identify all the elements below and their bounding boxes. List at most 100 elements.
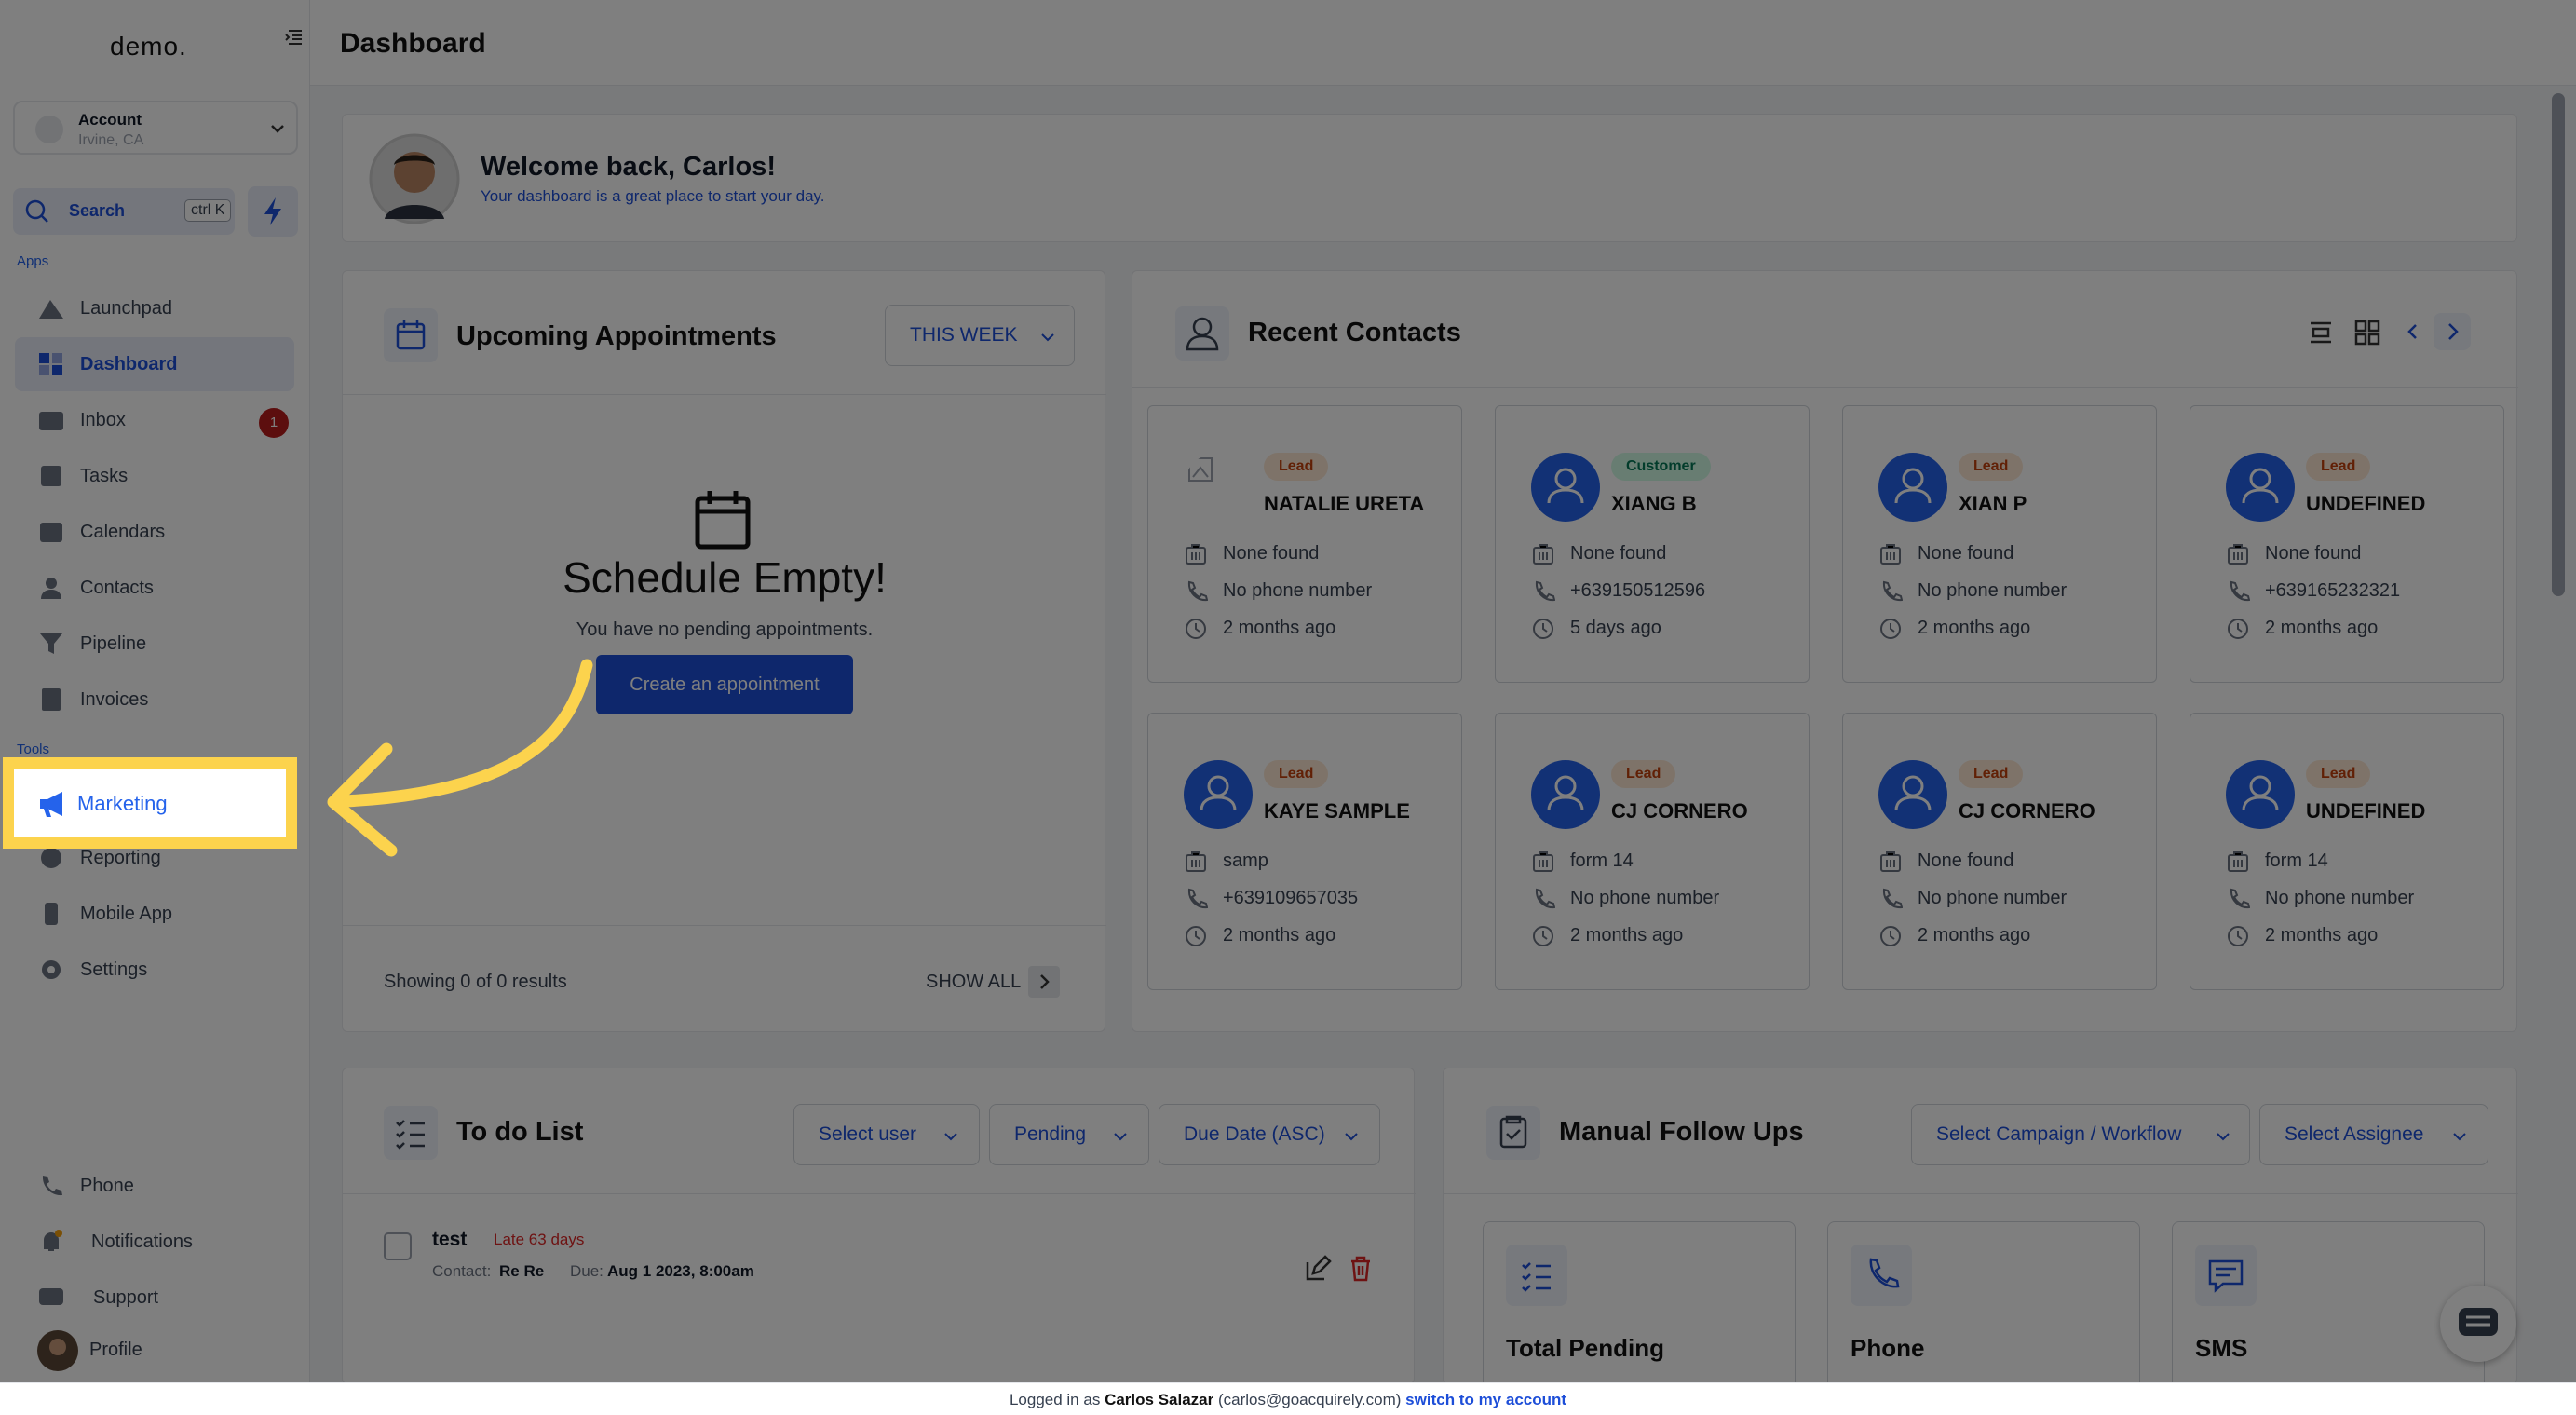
todo-card: To do List Select user Pending Due Date … (342, 1068, 1416, 1384)
chevron-down-icon (2453, 1133, 2466, 1141)
chat-widget-button[interactable] (2440, 1286, 2516, 1362)
contact-avatar-icon (1531, 453, 1600, 522)
quick-actions-button[interactable] (248, 186, 298, 237)
sidebar-item-label: Notifications (91, 1231, 193, 1252)
sidebar-item-notifications[interactable]: Notifications (15, 1215, 294, 1269)
create-appointment-button[interactable]: Create an appointment (596, 655, 853, 714)
contact-phone: No phone number (2265, 888, 2415, 908)
top-bar: Dashboard (310, 0, 2576, 86)
sidebar-item-label: Settings (80, 959, 148, 980)
contact-name: CJ CORNERO (1959, 799, 2095, 823)
total-pending-card[interactable]: Total Pending (1483, 1221, 1796, 1408)
sort-label: Due Date (ASC) (1184, 1123, 1325, 1145)
trash-icon[interactable] (1347, 1255, 1375, 1283)
contact-card[interactable]: Lead KAYE SAMPLE samp +639109657035 2 months… (1147, 713, 1462, 990)
phone-icon (42, 1176, 62, 1196)
contact-avatar-icon (1184, 760, 1253, 829)
contact-card[interactable]: Lead XIAN P None found No phone number 2 mon… (1842, 405, 2157, 683)
sidebar-item-invoices[interactable]: Invoices (15, 673, 294, 727)
sidebar-item-settings[interactable]: Settings (15, 943, 294, 997)
results-count: Showing 0 of 0 results (384, 972, 567, 992)
sidebar-item-tasks[interactable]: Tasks (15, 449, 294, 503)
sort-dropdown[interactable]: Due Date (ASC) (1159, 1104, 1380, 1165)
phone-followups-card[interactable]: Phone (1827, 1221, 2140, 1408)
contact-card[interactable]: Lead UNDEFINED form 14 No phone number 2 mon… (2190, 713, 2504, 990)
account-switcher[interactable]: Account Irvine, CA (13, 101, 298, 155)
show-all-link[interactable]: SHOW ALL (926, 972, 1021, 993)
contact-type-badge: Lead (1264, 760, 1329, 788)
clock-icon (2228, 619, 2248, 639)
contact-card[interactable]: Lead CJ CORNERO form 14 No phone number 2 mo… (1495, 713, 1810, 990)
contact-card[interactable]: Customer XIANG B None found +639150512596 5 … (1495, 405, 1810, 683)
logo: demo. (110, 32, 187, 61)
chevron-right-icon[interactable] (2433, 312, 2472, 351)
checklist-icon (384, 1106, 438, 1160)
task-checkbox[interactable] (384, 1232, 412, 1260)
contact-last-activity: 2 months ago (1918, 925, 2031, 946)
select-user-dropdown[interactable]: Select user (793, 1104, 980, 1165)
user-avatar (369, 133, 460, 224)
total-pending-label: Total Pending (1506, 1334, 1664, 1362)
list-view-icon[interactable] (2308, 320, 2334, 346)
contact-last-activity: 2 months ago (2265, 618, 2379, 638)
contact-avatar-icon (1531, 760, 1600, 829)
building-icon (1186, 851, 1206, 872)
status-dropdown[interactable]: Pending (989, 1104, 1149, 1165)
footer-bar: Logged in as Carlos Salazar (carlos@goac… (0, 1382, 2576, 1415)
sidebar-item-calendars[interactable]: Calendars (15, 505, 294, 559)
sidebar-item-label: Inbox (80, 410, 126, 430)
collapse-menu-icon[interactable] (283, 26, 305, 48)
chevron-left-icon[interactable] (2399, 318, 2427, 346)
phone-label: Phone (1851, 1334, 1925, 1362)
schedule-empty-title: Schedule Empty! (563, 553, 887, 602)
sidebar-item-pipeline[interactable]: Pipeline (15, 617, 294, 671)
sidebar-item-launchpad[interactable]: Launchpad (15, 281, 294, 335)
building-icon (1533, 851, 1553, 872)
pointer-arrow-annotation (327, 659, 593, 857)
account-avatar-icon (35, 116, 63, 143)
contact-last-activity: 2 months ago (2265, 925, 2379, 946)
contact-card[interactable]: Lead UNDEFINED None found +639165232321 2 mo… (2190, 405, 2504, 683)
assignee-dropdown[interactable]: Select Assignee (2259, 1104, 2488, 1165)
switch-account-link[interactable]: switch to my account (1405, 1391, 1566, 1408)
date-range-dropdown[interactable]: THIS WEEK (885, 305, 1075, 366)
sidebar-item-phone[interactable]: Phone (15, 1159, 294, 1213)
contact-avatar-icon (1878, 760, 1947, 829)
sidebar-item-marketing[interactable]: Marketing (3, 757, 297, 849)
contact-name: NATALIE URETA (1264, 492, 1425, 515)
sidebar-item-profile[interactable]: Profile (15, 1323, 294, 1377)
pipeline-icon (40, 633, 62, 654)
search-button[interactable]: Search ctrl K (13, 188, 235, 235)
sidebar-item-support[interactable]: Support (15, 1271, 294, 1325)
contact-phone: No phone number (1570, 888, 1720, 908)
chevron-right-icon[interactable] (1028, 966, 1060, 998)
date-range-value: THIS WEEK (910, 324, 1018, 346)
sidebar-item-contacts[interactable]: Contacts (15, 561, 294, 615)
grid-view-icon[interactable] (2354, 320, 2380, 346)
gear-icon (42, 960, 61, 979)
task-contact: Re Re (499, 1262, 545, 1280)
phone-icon (1187, 580, 1208, 602)
sms-label: SMS (2195, 1334, 2248, 1362)
sidebar-item-mobile-app[interactable]: Mobile App (15, 887, 294, 941)
chevron-down-icon (271, 125, 284, 133)
mobile-phone-icon (45, 903, 58, 925)
edit-icon[interactable] (1304, 1255, 1332, 1283)
sidebar-item-inbox[interactable]: Inbox 1 (15, 393, 294, 447)
divider (343, 394, 1106, 395)
contact-last-activity: 2 months ago (1918, 618, 2031, 638)
contact-card[interactable]: Lead CJ CORNERO None found No phone number 2… (1842, 713, 2157, 990)
campaign-workflow-dropdown[interactable]: Select Campaign / Workflow (1911, 1104, 2250, 1165)
divider (343, 925, 1106, 926)
sms-followups-card[interactable]: SMS (2172, 1221, 2485, 1408)
sidebar-item-dashboard[interactable]: Dashboard (15, 337, 294, 391)
sidebar-item-label: Profile (89, 1340, 142, 1360)
building-icon (1533, 544, 1553, 565)
contact-card[interactable]: Lead NATALIE URETA None found No phone numb… (1147, 405, 1462, 683)
contacts-icon (41, 578, 61, 599)
phone-icon (1187, 888, 1208, 909)
page-scrollbar[interactable] (2552, 93, 2565, 596)
contact-last-activity: 2 months ago (1570, 925, 1684, 946)
contact-company: None found (2265, 543, 2362, 564)
contact-name: UNDEFINED (2306, 492, 2426, 515)
